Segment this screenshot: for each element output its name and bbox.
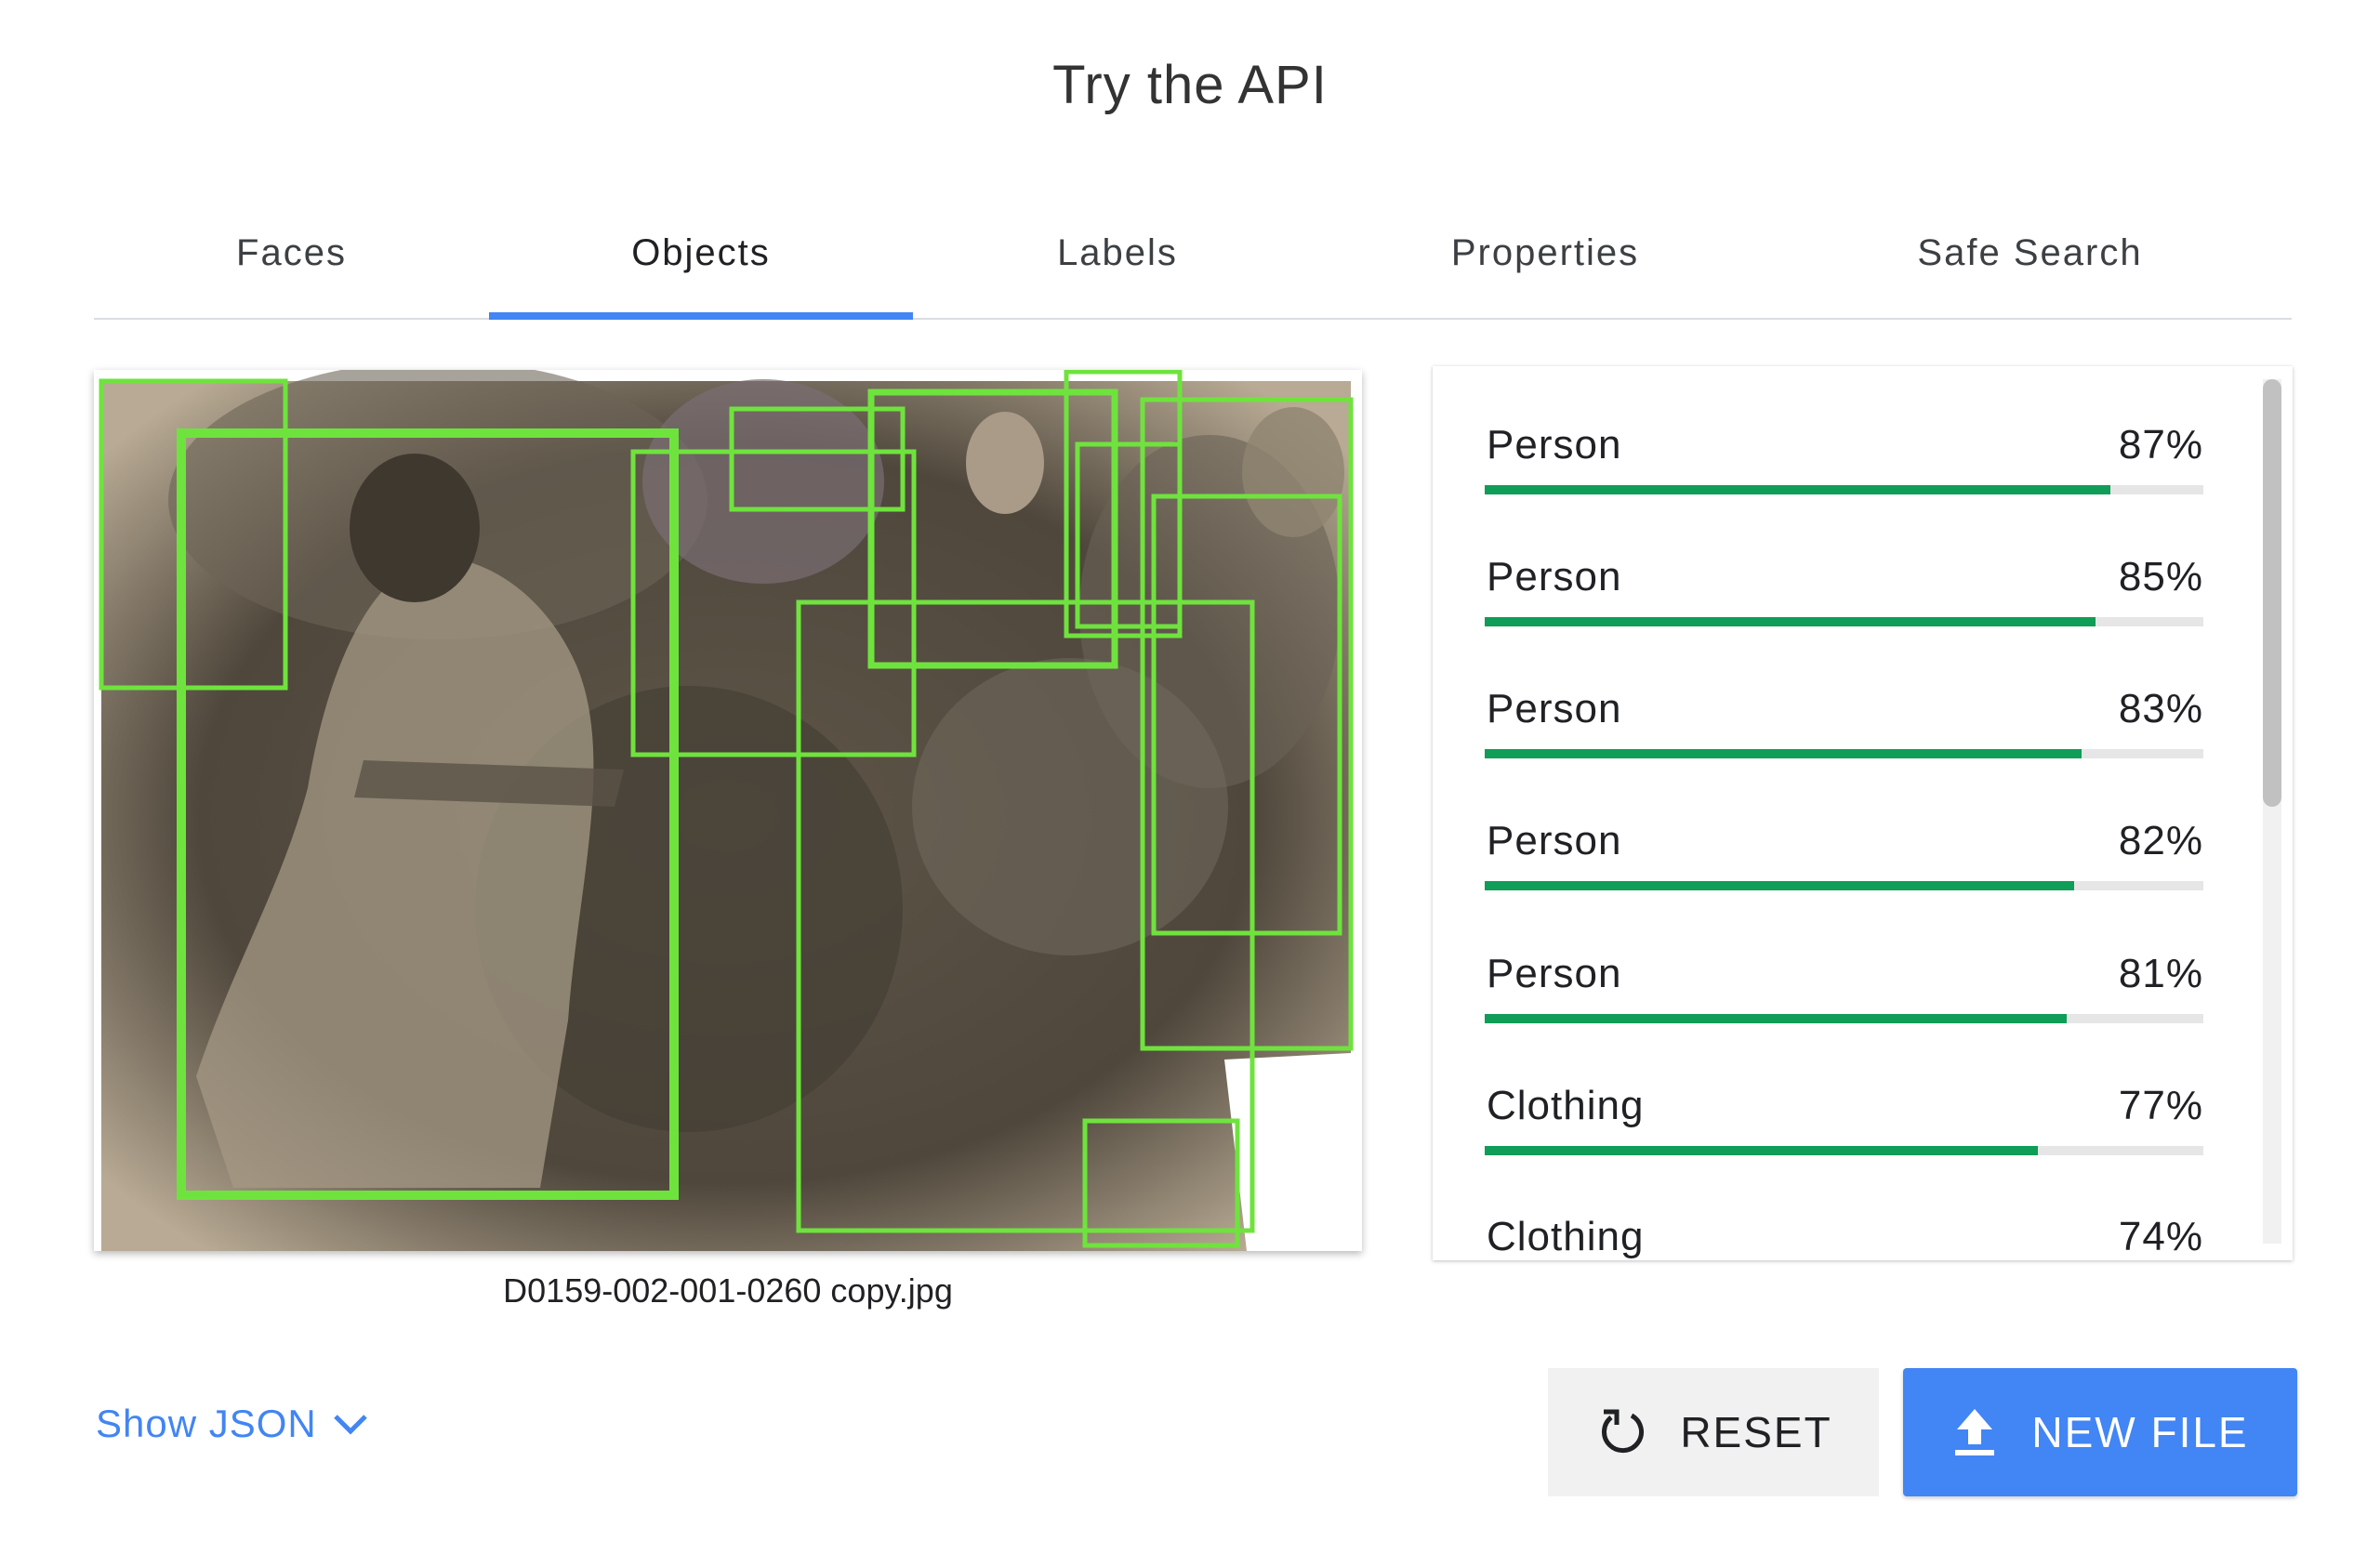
figure [912, 658, 1228, 955]
result-item: Person 87% [1485, 422, 2203, 533]
result-item: Person 82% [1485, 818, 2203, 929]
reset-button[interactable]: RESET [1548, 1368, 1879, 1496]
show-json-label: Show JSON [96, 1402, 317, 1445]
result-name: Clothing [1487, 1214, 1645, 1259]
tab-safe-search[interactable]: Safe Search [1768, 186, 2292, 320]
score-track [1485, 1146, 2203, 1155]
tab-labels[interactable]: Labels [913, 186, 1322, 320]
result-item: Person 85% [1485, 554, 2203, 665]
reset-label: RESET [1680, 1408, 1832, 1456]
result-percent: 81% [2118, 951, 2203, 996]
reset-icon [1594, 1406, 1646, 1458]
score-bar [1485, 1014, 2068, 1023]
result-percent: 82% [2118, 818, 2203, 863]
new-file-button[interactable]: NEW FILE [1903, 1368, 2297, 1496]
result-percent: 85% [2118, 554, 2203, 599]
score-bar [1485, 749, 2082, 758]
upload-icon [1951, 1405, 1998, 1459]
score-bar [1485, 881, 2074, 890]
result-percent: 77% [2118, 1083, 2203, 1128]
photo-with-object-boxes [99, 370, 1354, 1251]
tab-faces[interactable]: Faces [94, 186, 489, 320]
scrollbar-thumb[interactable] [2263, 379, 2281, 807]
score-track [1485, 881, 2203, 890]
image-filename: D0159-002-001-0260 copy.jpg [503, 1271, 953, 1310]
result-name: Person [1487, 686, 1622, 731]
result-name: Clothing [1487, 1083, 1645, 1128]
results-panel[interactable]: Person 87% Person 85% Person 83% Person … [1433, 366, 2293, 1260]
result-item: Person 83% [1485, 686, 2203, 797]
results-scrollbar[interactable] [2263, 379, 2281, 1244]
figure [350, 454, 480, 602]
show-json-toggle[interactable]: Show JSON [96, 1402, 369, 1446]
active-tab-indicator [489, 312, 913, 320]
score-track [1485, 485, 2203, 494]
result-percent: 74% [2118, 1214, 2203, 1259]
new-file-label: NEW FILE [2031, 1408, 2249, 1456]
tab-properties[interactable]: Properties [1322, 186, 1768, 320]
chevron-down-icon [332, 1402, 369, 1446]
score-track [1485, 617, 2203, 626]
analyzed-image [94, 370, 1362, 1251]
result-name: Person [1487, 818, 1622, 863]
tab-objects[interactable]: Objects [489, 186, 913, 320]
result-name: Person [1487, 951, 1622, 996]
result-item: Clothing 77% [1485, 1083, 2203, 1194]
score-bar [1485, 485, 2110, 494]
figure [1242, 407, 1344, 537]
score-bar [1485, 617, 2096, 626]
result-name: Person [1487, 554, 1622, 599]
score-track [1485, 1014, 2203, 1023]
result-item: Clothing 74% [1485, 1214, 2203, 1260]
result-percent: 87% [2118, 422, 2203, 467]
score-track [1485, 749, 2203, 758]
tab-bar: Faces Objects Labels Properties Safe Sea… [94, 186, 2292, 320]
figure [966, 412, 1044, 514]
result-item: Person 81% [1485, 951, 2203, 1062]
score-bar [1485, 1146, 2039, 1155]
result-percent: 83% [2118, 686, 2203, 731]
page-title: Try the API [1052, 55, 1328, 115]
result-name: Person [1487, 422, 1622, 467]
